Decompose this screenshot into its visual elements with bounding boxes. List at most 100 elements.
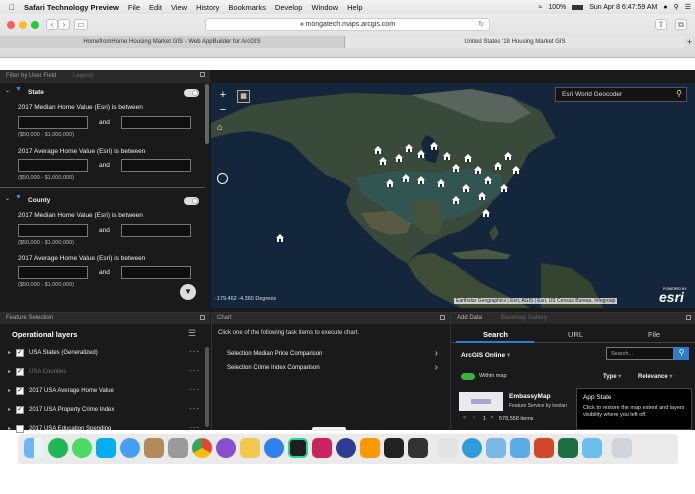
expand-arrow-icon[interactable]: ▸ bbox=[8, 368, 11, 375]
forward-button[interactable]: › bbox=[58, 19, 70, 30]
reload-icon[interactable]: ↻ bbox=[478, 19, 484, 31]
excel-icon[interactable] bbox=[558, 438, 578, 458]
house-marker-icon[interactable] bbox=[385, 178, 395, 188]
globe-icon[interactable] bbox=[462, 438, 482, 458]
safari-preview-icon[interactable] bbox=[216, 438, 236, 458]
geocoder-search[interactable]: Esri World Geocoder ⚲ bbox=[555, 87, 687, 102]
menu-bookmarks[interactable]: Bookmarks bbox=[228, 3, 266, 12]
spotify-icon[interactable] bbox=[48, 438, 68, 458]
tab-url[interactable]: URL bbox=[568, 330, 583, 339]
house-marker-icon[interactable] bbox=[451, 163, 461, 173]
map-view[interactable]: + − ⌂ ▦ Esri World Geocoder ⚲ -179.462 -… bbox=[211, 83, 695, 308]
maximize-icon[interactable] bbox=[200, 72, 205, 77]
tab-add-data[interactable]: Add Data bbox=[457, 315, 482, 321]
folder-icon[interactable] bbox=[510, 438, 530, 458]
zoom-window-button[interactable] bbox=[31, 21, 39, 29]
tab-legend[interactable]: Legend bbox=[73, 73, 93, 79]
search-field[interactable]: Search... bbox=[606, 347, 674, 360]
close-window-button[interactable] bbox=[7, 21, 15, 29]
tab-housing-market-webapp[interactable]: HomefromHome Housing Market GIS - Web Ap… bbox=[0, 36, 345, 48]
maximize-icon[interactable] bbox=[686, 315, 691, 320]
within-map-toggle[interactable] bbox=[461, 373, 475, 380]
battery-icon[interactable] bbox=[572, 4, 584, 10]
house-marker-icon[interactable] bbox=[461, 183, 471, 193]
back-button[interactable]: ‹ bbox=[46, 19, 58, 30]
house-marker-icon[interactable] bbox=[436, 178, 446, 188]
layer-options-icon[interactable]: ··· bbox=[189, 423, 200, 432]
chat-icon[interactable] bbox=[120, 438, 140, 458]
house-marker-icon[interactable] bbox=[493, 161, 503, 171]
new-tab-button[interactable]: + bbox=[684, 36, 695, 48]
house-marker-icon[interactable] bbox=[416, 175, 426, 185]
menu-history[interactable]: History bbox=[196, 3, 219, 12]
chart-task-item[interactable]: Selection Median Price Comparison › bbox=[222, 348, 438, 361]
notes-folder-icon[interactable] bbox=[144, 438, 164, 458]
sublime-icon[interactable] bbox=[360, 438, 380, 458]
house-marker-icon[interactable] bbox=[473, 165, 483, 175]
layer-options-icon[interactable]: ··· bbox=[189, 385, 200, 394]
house-marker-icon[interactable] bbox=[275, 233, 285, 243]
layer-row[interactable]: ▸ ✓ 2017 USA Property Crime Index ··· bbox=[8, 404, 200, 417]
mail-icon[interactable] bbox=[240, 438, 260, 458]
layer-options-icon[interactable]: ··· bbox=[189, 404, 200, 413]
menu-file[interactable]: File bbox=[128, 3, 140, 12]
ibooks-icon[interactable] bbox=[486, 438, 506, 458]
basemap-toggle-button[interactable]: ▦ bbox=[237, 90, 250, 103]
layer-row[interactable]: ▸ ✓ 2017 USA Average Home Value ··· bbox=[8, 385, 200, 398]
tab-housing-market-gis[interactable]: United States '18 Housing Market GIS bbox=[346, 36, 684, 48]
menu-window[interactable]: Window bbox=[311, 3, 338, 12]
house-marker-icon[interactable] bbox=[401, 173, 411, 183]
expand-arrow-icon[interactable]: ▸ bbox=[8, 406, 11, 413]
menu-help[interactable]: Help bbox=[347, 3, 362, 12]
house-marker-icon[interactable] bbox=[503, 151, 513, 161]
minimize-window-button[interactable] bbox=[19, 21, 27, 29]
panel-resize-handle[interactable] bbox=[312, 427, 346, 431]
house-marker-icon[interactable] bbox=[373, 145, 383, 155]
geocoder-input[interactable]: Esri World Geocoder bbox=[562, 91, 622, 98]
chevron-down-icon[interactable]: ⌄ bbox=[5, 87, 10, 94]
scrollbar[interactable] bbox=[205, 347, 209, 427]
locate-icon[interactable] bbox=[217, 173, 228, 184]
min-value-field[interactable] bbox=[18, 159, 88, 172]
layer-visibility-checkbox[interactable]: ✓ bbox=[16, 387, 24, 395]
house-marker-icon[interactable] bbox=[451, 195, 461, 205]
house-marker-icon[interactable] bbox=[416, 149, 426, 159]
scrollbar[interactable] bbox=[205, 84, 209, 144]
house-marker-icon[interactable] bbox=[378, 156, 388, 166]
type-filter[interactable]: Type ▾ bbox=[603, 373, 621, 380]
sidebar-toggle-button[interactable]: ▭ bbox=[74, 19, 88, 30]
tab-basemap-gallery[interactable]: Basemap Gallery bbox=[501, 315, 547, 321]
tab-search[interactable]: Search bbox=[483, 330, 508, 339]
chevron-down-icon[interactable]: ⌄ bbox=[5, 195, 10, 202]
prev-page-icon[interactable]: ‹ bbox=[473, 415, 475, 421]
search-button[interactable]: ⚲ bbox=[674, 347, 689, 360]
disk-utility-icon[interactable] bbox=[168, 438, 188, 458]
max-value-field[interactable] bbox=[121, 159, 191, 172]
menu-develop[interactable]: Develop bbox=[275, 3, 303, 12]
search-icon[interactable]: ⚲ bbox=[676, 89, 682, 98]
chart-task-item[interactable]: Selection Crime Index Comparison › bbox=[222, 362, 438, 375]
state-filter-toggle[interactable] bbox=[184, 89, 199, 97]
layer-visibility-checkbox[interactable]: ✓ bbox=[16, 406, 24, 414]
tabs-overview-button[interactable]: ⧉ bbox=[675, 19, 687, 30]
skype-icon[interactable] bbox=[96, 438, 116, 458]
address-bar[interactable]: ■ mongatech.maps.arcgis.com ↻ bbox=[205, 18, 490, 31]
downloads-folder-icon[interactable] bbox=[582, 438, 602, 458]
powerpoint-icon[interactable] bbox=[534, 438, 554, 458]
house-marker-icon[interactable] bbox=[394, 153, 404, 163]
house-marker-icon[interactable] bbox=[477, 191, 487, 201]
menu-view[interactable]: View bbox=[171, 3, 187, 12]
wifi-icon[interactable]: ≈ bbox=[538, 4, 542, 11]
house-marker-icon[interactable] bbox=[442, 151, 452, 161]
max-value-field[interactable] bbox=[121, 266, 191, 279]
zoom-in-button[interactable]: + bbox=[216, 88, 230, 102]
next-page-icon[interactable]: › bbox=[491, 415, 493, 421]
maximize-icon[interactable] bbox=[440, 315, 445, 320]
maps-pin-icon[interactable] bbox=[264, 438, 284, 458]
network-radar-icon[interactable] bbox=[336, 438, 356, 458]
app-state-tooltip[interactable]: App State Click to restore the map exten… bbox=[576, 388, 692, 430]
house-marker-icon[interactable] bbox=[511, 165, 521, 175]
trash-icon[interactable] bbox=[612, 438, 632, 458]
layer-options-icon[interactable]: ··· bbox=[189, 366, 200, 375]
expand-arrow-icon[interactable]: ▸ bbox=[8, 425, 11, 432]
